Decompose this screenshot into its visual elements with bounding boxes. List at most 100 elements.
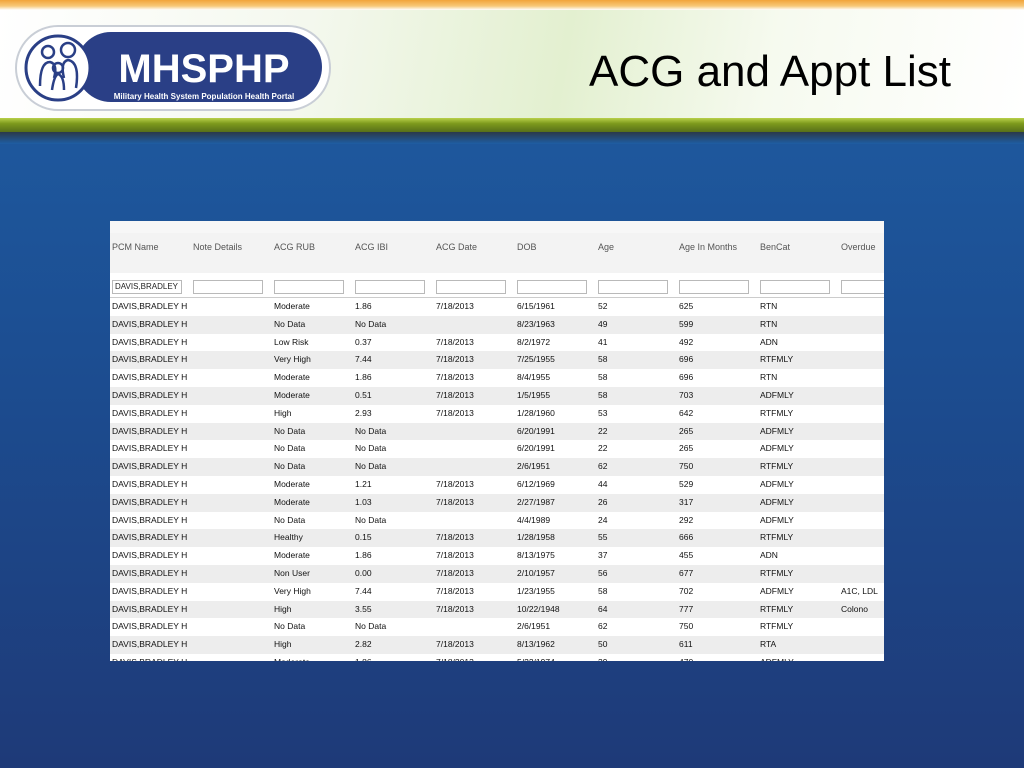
table-cell: 1.21: [355, 478, 372, 489]
column-header[interactable]: Age: [596, 233, 677, 273]
table-cell: [434, 458, 515, 476]
table-cell: High: [274, 603, 292, 614]
column-header[interactable]: ACG Date: [434, 233, 515, 273]
table-cell: ADFMLY: [760, 496, 794, 507]
table-cell: RTN: [760, 372, 778, 383]
table-row[interactable]: DAVIS,BRADLEY H Very High 7.44 7/18/2013 7/2…: [110, 351, 884, 370]
table-cell: [839, 334, 884, 352]
table-cell: ADFMLY: [760, 514, 794, 525]
table-cell: 5/22/1974: [515, 654, 596, 661]
table-cell: 7/18/2013: [436, 407, 474, 418]
mhsphp-logo: MHSPHP Military Health System Population…: [15, 25, 331, 111]
table-cell: DAVIS,BRADLEY H: [112, 496, 188, 507]
table-cell: A1C, LDL: [841, 585, 878, 596]
table-cell: DAVIS,BRADLEY H: [112, 336, 188, 347]
table-row[interactable]: DAVIS,BRADLEY H Moderate 1.86 7/18/2013 8/13…: [110, 547, 884, 565]
table-row[interactable]: DAVIS,BRADLEY H Moderate 1.03 7/18/2013 2/27…: [110, 493, 884, 512]
column-filter-input[interactable]: [841, 279, 884, 294]
table-cell: DAVIS,BRADLEY H: [112, 532, 188, 543]
column-filter-input[interactable]: [436, 279, 506, 294]
table-cell: [434, 618, 515, 636]
table-cell: 7/18/2013: [434, 654, 515, 661]
filter-cell: [110, 276, 191, 294]
table-row[interactable]: DAVIS,BRADLEY H Non User 0.00 7/18/2013 2/10…: [110, 564, 884, 583]
table-cell: 6/20/1991: [517, 443, 555, 454]
table-cell: 1.86: [353, 654, 434, 661]
column-header[interactable]: PCM Name: [110, 233, 191, 273]
table-cell: DAVIS,BRADLEY H: [112, 514, 188, 525]
table-cell: 1/5/1955: [517, 389, 551, 400]
column-header[interactable]: DOB: [515, 233, 596, 273]
column-filter-input[interactable]: [760, 279, 830, 294]
table-cell: 8/13/1975: [517, 550, 555, 561]
table-row[interactable]: DAVIS,BRADLEY H No Data No Data 2/6/1951 62 7…: [110, 458, 884, 476]
column-header[interactable]: Age In Months: [677, 233, 758, 273]
table-row[interactable]: DAVIS,BRADLEY H No Data No Data 8/23/1963 49…: [110, 315, 884, 334]
table-cell: 750: [679, 461, 694, 472]
table-row[interactable]: DAVIS,BRADLEY H Low Risk 0.37 7/18/2013 8/2/…: [110, 334, 884, 352]
table-cell: 6/12/1969: [517, 478, 555, 489]
table-cell: 1/28/1960: [517, 407, 555, 418]
table-cell: Moderate: [274, 301, 310, 311]
table-cell: 265: [679, 443, 694, 454]
table-cell: No Data: [355, 621, 387, 632]
column-filter-input[interactable]: [355, 279, 425, 294]
table-cell: 22: [598, 425, 608, 436]
column-filter-input[interactable]: [598, 279, 668, 294]
table-row[interactable]: DAVIS,BRADLEY H High 2.93 7/18/2013 1/28/196…: [110, 405, 884, 423]
table-cell: [191, 583, 272, 601]
table-cell: No Data: [355, 461, 387, 472]
table-cell: No Data: [355, 425, 387, 436]
column-header[interactable]: Note Details: [191, 233, 272, 273]
table-row[interactable]: DAVIS,BRADLEY H High 2.82 7/18/2013 8/13/196…: [110, 636, 884, 654]
table-cell: 41: [598, 336, 608, 347]
table-cell: DAVIS,BRADLEY H: [112, 354, 188, 365]
grid-body: DAVIS,BRADLEY H Moderate 1.86 7/18/2013 6/15…: [110, 298, 884, 661]
table-cell: Moderate: [272, 654, 353, 661]
table-row[interactable]: DAVIS,BRADLEY H Moderate 0.51 7/18/2013 1/5/…: [110, 386, 884, 405]
table-cell: RTFMLY: [760, 567, 794, 578]
column-filter-input[interactable]: [517, 279, 587, 294]
table-row[interactable]: DAVIS,BRADLEY H No Data No Data 2/6/1951 62 7…: [110, 618, 884, 636]
column-header[interactable]: Overdue: [839, 233, 884, 273]
table-cell: 317: [679, 496, 694, 507]
column-header[interactable]: ACG RUB: [272, 233, 353, 273]
table-cell: 0.00: [355, 567, 372, 578]
table-cell: [191, 458, 272, 476]
table-cell: 492: [679, 336, 694, 347]
table-cell: 696: [679, 354, 694, 365]
table-cell: [839, 440, 884, 458]
column-header[interactable]: ACG IBI: [353, 233, 434, 273]
table-cell: ADFMLY: [758, 654, 839, 661]
table-row[interactable]: DAVIS,BRADLEY H Very High 7.44 7/18/2013 1/2…: [110, 583, 884, 601]
column-filter-input[interactable]: [112, 279, 182, 294]
table-row[interactable]: DAVIS,BRADLEY H Moderate 1.86 7/18/2013 6/15…: [110, 298, 884, 316]
table-row[interactable]: DAVIS,BRADLEY H No Data No Data 6/20/1991 22…: [110, 422, 884, 441]
table-cell: 8/4/1955: [517, 372, 551, 383]
table-cell: 7/18/2013: [436, 389, 474, 400]
column-filter-input[interactable]: [274, 279, 344, 294]
table-cell: [839, 636, 884, 654]
table-cell: [191, 565, 272, 583]
table-cell: 696: [679, 372, 694, 383]
table-cell: Moderate: [274, 372, 310, 383]
table-row[interactable]: DAVIS,BRADLEY H Healthy 0.15 7/18/2013 1/28/…: [110, 529, 884, 548]
column-filter-input[interactable]: [193, 279, 263, 294]
table-row[interactable]: DAVIS,BRADLEY H Moderate 1.86 7/18/2013 8/4/…: [110, 369, 884, 387]
table-cell: No Data: [355, 318, 387, 329]
table-cell: No Data: [355, 514, 387, 525]
column-header[interactable]: BenCat: [758, 233, 839, 273]
table-row[interactable]: DAVIS,BRADLEY H No Data No Data 4/4/1989 24 2…: [110, 512, 884, 530]
table-cell: RTFMLY: [760, 407, 794, 418]
table-row[interactable]: DAVIS,BRADLEY H Moderate 1.21 7/18/2013 6/12…: [110, 476, 884, 494]
table-cell: 1/23/1955: [517, 585, 555, 596]
table-row[interactable]: DAVIS,BRADLEY H Moderate1.867/18/20135/22…: [110, 654, 884, 661]
table-cell: [191, 547, 272, 565]
column-filter-input[interactable]: [679, 279, 749, 294]
table-row[interactable]: DAVIS,BRADLEY H No Data No Data 6/20/1991 22…: [110, 440, 884, 458]
table-cell: Moderate: [274, 478, 310, 489]
header-shadow: [0, 132, 1024, 144]
table-row[interactable]: DAVIS,BRADLEY H High 3.55 7/18/2013 10/22/19…: [110, 600, 884, 619]
table-cell: 1.03: [355, 496, 372, 507]
table-cell: Very High: [274, 354, 311, 365]
